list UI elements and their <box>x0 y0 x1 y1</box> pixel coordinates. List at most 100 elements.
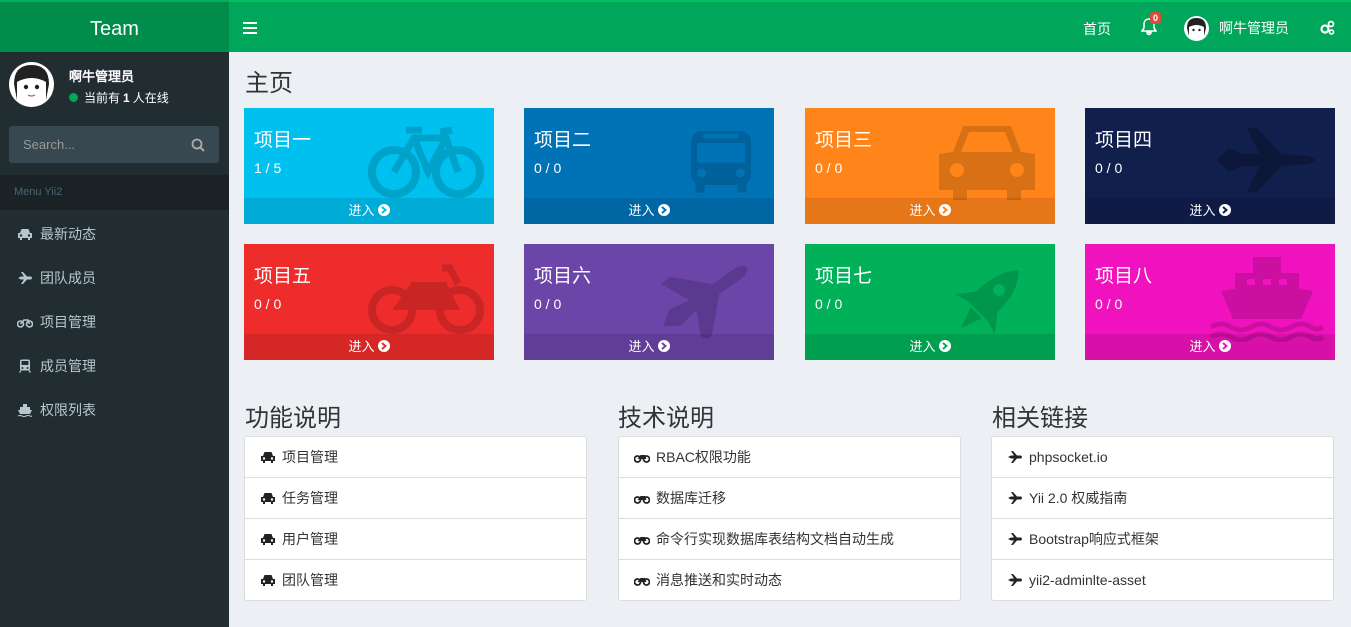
project-enter-link[interactable]: 进入 <box>805 334 1055 360</box>
motorcycle-icon <box>17 319 33 328</box>
enter-label: 进入 <box>628 339 655 354</box>
list-item-label: 团队管理 <box>282 572 338 588</box>
train-icon <box>18 359 32 373</box>
arrow-circle-right-icon <box>377 340 390 352</box>
list-item-label: Bootstrap响应式框架 <box>1029 531 1159 547</box>
list-item[interactable]: 项目管理 <box>245 437 586 478</box>
section-title-links: 相关链接 <box>992 405 1088 432</box>
user-panel: 啊牛管理员 当前有 1 人在线 <box>9 62 219 112</box>
links-list: phpsocket.io Yii 2.0 权威指南 Bootstrap响应式框架… <box>991 436 1334 601</box>
project-enter-link[interactable]: 进入 <box>1085 198 1335 224</box>
list-item[interactable]: yii2-adminlte-asset <box>992 560 1333 600</box>
list-item-label: yii2-adminlte-asset <box>1029 572 1146 588</box>
list-item[interactable]: 任务管理 <box>245 478 586 519</box>
sidebar-toggle-icon[interactable] <box>243 22 257 34</box>
enter-label: 进入 <box>909 203 936 218</box>
list-item[interactable]: 用户管理 <box>245 519 586 560</box>
bus-icon <box>691 131 751 193</box>
list-item[interactable]: 数据库迁移 <box>619 478 960 519</box>
list-item-label: RBAC权限功能 <box>656 449 751 465</box>
project-box[interactable]: 项目八 0 / 0 进入 <box>1085 244 1335 360</box>
sidebar-item-latest[interactable]: 最新动态 <box>0 212 229 256</box>
sidebar: 啊牛管理员 当前有 1 人在线 Menu Yii2 最新动态 团队成员 项目管理… <box>0 52 229 627</box>
online-status: 当前有 1 人在线 <box>69 89 169 106</box>
arrow-circle-right-icon <box>657 340 670 352</box>
list-item[interactable]: Yii 2.0 权威指南 <box>992 478 1333 519</box>
ship-icon <box>17 404 33 417</box>
project-box[interactable]: 项目七 0 / 0 进入 <box>805 244 1055 360</box>
plane-icon <box>1008 574 1022 586</box>
car-icon <box>261 534 275 545</box>
project-name: 项目五 <box>254 266 312 287</box>
car-icon <box>261 452 275 463</box>
list-item[interactable]: Bootstrap响应式框架 <box>992 519 1333 560</box>
motorcycle-icon <box>634 578 650 586</box>
project-box[interactable]: 项目三 0 / 0 进入 <box>805 108 1055 224</box>
enter-label: 进入 <box>628 203 655 218</box>
project-count: 1 / 5 <box>254 160 282 176</box>
list-item-label: 命令行实现数据库表结构文档自动生成 <box>656 531 894 547</box>
rocket-icon <box>955 270 1019 334</box>
motorcycle-icon <box>634 496 650 504</box>
sidebar-item-projects[interactable]: 项目管理 <box>0 300 229 344</box>
nav-home-link[interactable]: 首页 <box>1083 19 1111 39</box>
list-item[interactable]: RBAC权限功能 <box>619 437 960 478</box>
motorcycle-icon <box>634 455 650 463</box>
project-box[interactable]: 项目六 0 / 0 进入 <box>524 244 774 360</box>
top-navbar: 首页 0 啊牛管理员 <box>229 0 1351 52</box>
project-name: 项目八 <box>1095 266 1153 287</box>
project-enter-link[interactable]: 进入 <box>244 334 494 360</box>
list-item[interactable]: 团队管理 <box>245 560 586 600</box>
project-enter-link[interactable]: 进入 <box>524 198 774 224</box>
list-item-label: 项目管理 <box>282 449 338 465</box>
project-enter-link[interactable]: 进入 <box>244 198 494 224</box>
list-item-label: 用户管理 <box>282 531 338 547</box>
avatar <box>9 62 54 107</box>
project-enter-link[interactable]: 进入 <box>1085 334 1335 360</box>
project-name: 项目四 <box>1095 130 1153 151</box>
user-menu[interactable]: 啊牛管理员 <box>1184 14 1289 42</box>
logo[interactable]: Team <box>0 0 229 52</box>
sidebar-item-label: 成员管理 <box>40 358 96 374</box>
search-input[interactable] <box>9 126 184 163</box>
gears-icon[interactable] <box>1319 20 1335 36</box>
project-name: 项目七 <box>815 266 873 287</box>
ship-icon <box>1209 257 1325 342</box>
project-count: 0 / 0 <box>815 160 843 176</box>
list-item-label: 数据库迁移 <box>656 490 726 506</box>
motorcycle-icon <box>634 537 650 545</box>
fighter-jet-icon <box>1217 128 1315 192</box>
list-item[interactable]: phpsocket.io <box>992 437 1333 478</box>
project-box[interactable]: 项目二 0 / 0 进入 <box>524 108 774 224</box>
project-enter-link[interactable]: 进入 <box>524 334 774 360</box>
project-count: 0 / 0 <box>815 296 843 312</box>
plane-icon <box>1008 451 1022 463</box>
page-title: 主页 <box>245 70 293 97</box>
taxi-icon <box>939 126 1035 200</box>
project-enter-link[interactable]: 进入 <box>805 198 1055 224</box>
sidebar-search <box>9 126 219 163</box>
plane-icon <box>660 266 748 338</box>
project-box[interactable]: 项目一 1 / 5 进入 <box>244 108 494 224</box>
list-item-label: Yii 2.0 权威指南 <box>1029 490 1128 506</box>
project-box[interactable]: 项目四 0 / 0 进入 <box>1085 108 1335 224</box>
arrow-circle-right-icon <box>377 204 390 216</box>
sidebar-item-label: 项目管理 <box>40 314 96 330</box>
project-count: 0 / 0 <box>254 296 282 312</box>
sidebar-item-members[interactable]: 团队成员 <box>0 256 229 300</box>
list-item[interactable]: 消息推送和实时动态 <box>619 560 960 600</box>
online-dot-icon <box>69 93 78 102</box>
features-list: 项目管理 任务管理 用户管理 团队管理 <box>244 436 587 601</box>
sidebar-item-label: 团队成员 <box>40 270 96 286</box>
sidebar-item-label: 最新动态 <box>40 226 96 242</box>
project-box[interactable]: 项目五 0 / 0 进入 <box>244 244 494 360</box>
search-icon[interactable] <box>191 138 205 152</box>
list-item[interactable]: 命令行实现数据库表结构文档自动生成 <box>619 519 960 560</box>
sidebar-item-members-admin[interactable]: 成员管理 <box>0 344 229 388</box>
motorcycle-icon <box>368 264 484 334</box>
car-icon <box>261 493 275 504</box>
sidebar-item-permissions[interactable]: 权限列表 <box>0 388 229 432</box>
list-item-label: 消息推送和实时动态 <box>656 572 782 588</box>
sidebar-item-label: 权限列表 <box>40 402 96 418</box>
sidebar-menu: 最新动态 团队成员 项目管理 成员管理 权限列表 <box>0 212 229 432</box>
